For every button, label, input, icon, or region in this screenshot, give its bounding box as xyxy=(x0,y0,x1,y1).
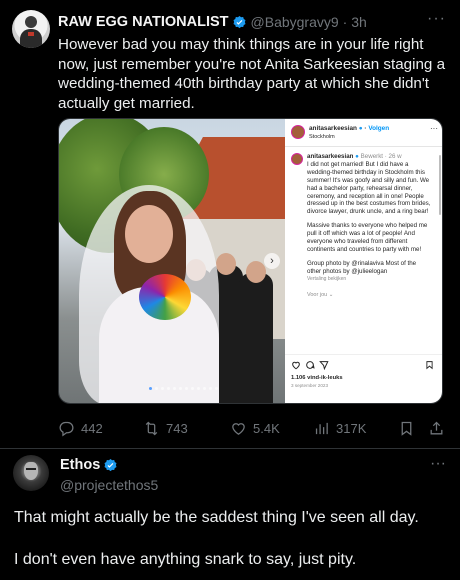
carousel-dots xyxy=(149,387,218,390)
ig-caption-paragraph-1: I did not get married! But I did have a … xyxy=(307,160,431,216)
tweet-time[interactable]: · 3h xyxy=(343,14,367,30)
repost-count: 743 xyxy=(166,420,188,436)
author-name[interactable]: RAW EGG NATIONALIST xyxy=(58,14,229,30)
reply-icon xyxy=(59,421,74,436)
ig-more-icon: ··· xyxy=(430,124,438,133)
like-button[interactable]: 5.4K xyxy=(230,420,280,437)
reply-button[interactable]: 442 xyxy=(58,420,103,437)
ig-actions-bar xyxy=(291,359,438,371)
ig-caption-meta: Bewerkt · 26 w xyxy=(360,153,402,160)
views-button[interactable]: 317K xyxy=(313,420,366,437)
tweet-actions: 442 743 5.4K 317K xyxy=(58,418,453,438)
repost-button[interactable]: 743 xyxy=(143,420,188,437)
tweet-header: RAW EGG NATIONALIST @Babygravy9 · 3h xyxy=(58,12,367,32)
ig-location: Stockholm xyxy=(309,134,335,140)
tweet-text-line-1: That might actually be the saddest thing… xyxy=(14,509,419,526)
ig-comment-icon xyxy=(306,361,315,369)
ig-likes-count: 1.106 vind-ik-leuks xyxy=(291,375,343,381)
wedding-photo: › xyxy=(59,119,285,403)
instagram-post-panel: anitasarkeesian ● · Volgen Stockholm ···… xyxy=(285,119,442,403)
share-button[interactable] xyxy=(428,420,445,437)
tweet-header: Ethos xyxy=(60,457,118,473)
ig-bookmark-icon xyxy=(426,361,433,370)
ig-share-icon xyxy=(319,361,329,370)
more-options-icon[interactable]: ··· xyxy=(430,455,446,473)
heart-icon xyxy=(232,422,245,435)
bookmark-icon xyxy=(401,421,412,436)
verified-badge-icon xyxy=(104,458,117,471)
ig-caption-avatar xyxy=(291,153,303,165)
tweet-text-line-2: I don't even have anything snark to say,… xyxy=(14,551,357,568)
tweet-text: However bad you may think things are in … xyxy=(58,36,446,112)
ig-caption: anitasarkeesian ● Bewerkt · 26 w I did n… xyxy=(291,153,431,300)
verified-badge-icon xyxy=(233,15,246,28)
ig-translate-link: Vertaling bekijken xyxy=(307,275,347,282)
ig-avatar xyxy=(291,125,305,139)
ig-caption-paragraph-3: Group photo by @rinalaviva Most of the o… xyxy=(307,259,417,275)
ig-heart-icon xyxy=(292,361,300,370)
repost-icon xyxy=(145,421,158,435)
author-avatar[interactable] xyxy=(13,455,49,491)
rainbow-bouquet xyxy=(139,274,191,320)
next-photo-icon[interactable]: › xyxy=(264,253,280,269)
share-icon xyxy=(430,421,443,434)
like-count: 5.4K xyxy=(253,420,280,436)
ig-post-date: 3 september 2023 xyxy=(291,383,329,388)
reply-count: 442 xyxy=(81,420,103,436)
ig-username: anitasarkeesian xyxy=(309,125,357,132)
ig-post-header: anitasarkeesian ● · Volgen Stockholm ··· xyxy=(285,119,442,147)
tweet-media-image[interactable]: › anitasarkeesian ● · Volgen Stockholm ·… xyxy=(58,118,443,404)
reply-tweet[interactable]: Ethos @projectethos5 ··· That might actu… xyxy=(0,449,460,580)
ig-caption-paragraph-2: Massive thanks to everyone who helped me… xyxy=(307,222,428,253)
bookmark-button[interactable] xyxy=(398,420,415,437)
main-tweet[interactable]: RAW EGG NATIONALIST @Babygravy9 · 3h ···… xyxy=(0,0,460,448)
views-chart-icon xyxy=(315,422,328,434)
ig-scrollbar xyxy=(439,155,441,215)
author-name[interactable]: Ethos xyxy=(60,457,100,473)
ig-follow-button: Volgen xyxy=(368,125,390,132)
ig-caption-user: anitasarkeesian xyxy=(307,153,354,160)
views-count: 317K xyxy=(336,420,367,436)
author-avatar[interactable] xyxy=(12,10,50,48)
more-options-icon[interactable]: ··· xyxy=(427,10,446,28)
author-handle[interactable]: @projectethos5 xyxy=(60,477,158,493)
author-handle[interactable]: @Babygravy9 xyxy=(251,14,339,30)
ig-for-you: Voor jou xyxy=(307,291,328,298)
